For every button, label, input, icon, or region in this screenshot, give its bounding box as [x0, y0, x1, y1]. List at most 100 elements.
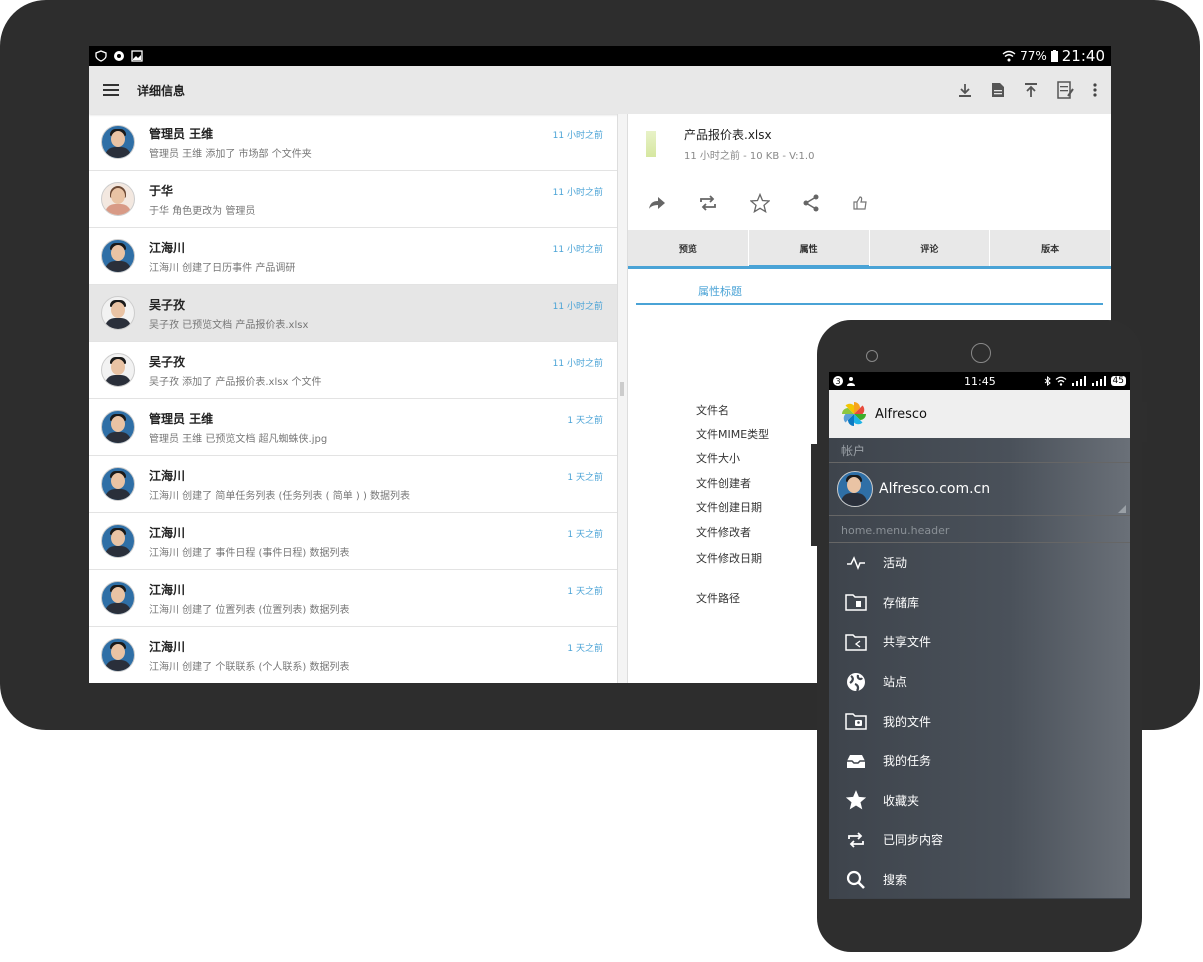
- activity-time: 11 小时之前: [552, 188, 603, 198]
- activity-item[interactable]: 江海川 江海川 创建了 个联联系 (个人联系) 数据列表 1 天之前: [89, 627, 617, 683]
- activity-time: 1 天之前: [567, 644, 603, 654]
- activity-user: 管理员 王维: [149, 126, 214, 141]
- tab-properties[interactable]: 属性: [748, 230, 870, 269]
- user-avatar: [101, 410, 135, 444]
- menu-icon[interactable]: [103, 84, 119, 96]
- activity-user: 吴子孜: [149, 354, 186, 369]
- drawer-item-label: 活动: [883, 556, 908, 571]
- phone-volume-button: [811, 444, 817, 546]
- wifi-icon: [1002, 50, 1016, 62]
- user-avatar: [101, 125, 135, 159]
- activity-time: 1 天之前: [567, 530, 603, 540]
- activity-item[interactable]: 江海川江海川 创建了 事件日程 (事件日程) 数据列表 1 天之前: [89, 513, 617, 570]
- signal-icon-2: [1091, 376, 1106, 386]
- drawer-item[interactable]: 收藏夹: [829, 781, 1130, 821]
- upload-icon[interactable]: [1023, 82, 1039, 98]
- more-options-icon[interactable]: [1093, 83, 1097, 97]
- tab-preview[interactable]: 预览: [628, 230, 749, 266]
- user-avatar: [101, 581, 135, 615]
- like-icon[interactable]: [852, 195, 868, 211]
- user-avatar: [101, 467, 135, 501]
- account-selector[interactable]: Alfresco.com.cn: [829, 463, 1130, 516]
- activity-item[interactable]: 江海川 江海川 创建了日历事件 产品调研 11 小时之前: [89, 228, 617, 285]
- document-actions: [628, 178, 1111, 228]
- activity-user: 江海川: [149, 240, 186, 255]
- drawer-menu: 活动存储库共享文件站点我的文件我的任务收藏夹已同步内容搜索: [829, 543, 1130, 899]
- activity-time: 11 小时之前: [552, 131, 603, 141]
- activity-time: 1 天之前: [567, 587, 603, 597]
- drawer-item[interactable]: 我的文件: [829, 701, 1130, 741]
- activity-user: 江海川: [149, 525, 186, 540]
- activity-item[interactable]: 江海川 江海川 创建了 简单任务列表 (任务列表 ( 简单 ) ) 数据列表 1 天…: [89, 456, 617, 513]
- phone-screen: 3 11:45 45 Alfresco 帐户 Alfresco.com.cn h…: [829, 372, 1130, 899]
- download-icon[interactable]: [957, 82, 973, 98]
- activity-description: 江海川 创建了日历事件 产品调研: [149, 262, 296, 274]
- activity-user: 于华: [149, 183, 174, 198]
- drawer-item[interactable]: 搜索: [829, 860, 1130, 899]
- favorite-star-icon[interactable]: [750, 193, 770, 213]
- drawer-item-label: 站点: [883, 675, 908, 690]
- property-key: 文件修改日期: [696, 552, 762, 565]
- battery-percent: 77%: [1020, 49, 1047, 63]
- activity-item[interactable]: 管理员 王维 管理员 王维 已预览文档 超凡蜘蛛侠.jpg 1 天之前: [89, 399, 617, 456]
- tab-versions[interactable]: 版本: [990, 230, 1111, 266]
- tablet-clock: 21:40: [1061, 47, 1105, 65]
- drawer-item-label: 已同步内容: [883, 833, 944, 848]
- activity-description: 于华 角色更改为 管理员: [149, 205, 256, 217]
- drawer-item-label: 搜索: [883, 873, 908, 888]
- activity-description: 江海川 创建了 事件日程 (事件日程) 数据列表: [149, 547, 350, 559]
- activity-item[interactable]: 江海川 江海川 创建了 位置列表 (位置列表) 数据列表 1 天之前: [89, 570, 617, 627]
- sync-icon[interactable]: [698, 194, 718, 212]
- document-meta: 11 小时之前 - 10 KB - V:1.0: [684, 151, 815, 162]
- drawer-item[interactable]: 站点: [829, 662, 1130, 702]
- tablet-toolbar: 详细信息: [89, 66, 1111, 114]
- tablet-status-bar: 77% 21:40: [89, 46, 1111, 66]
- drawer-item-label: 我的文件: [883, 714, 932, 729]
- drawer-item[interactable]: 我的任务: [829, 741, 1130, 781]
- phone-power-button: [1142, 402, 1147, 442]
- drawer-item[interactable]: 共享文件: [829, 622, 1130, 662]
- drawer-item-label: 收藏夹: [883, 793, 920, 808]
- notification-count: 3: [833, 376, 843, 386]
- user-avatar: [101, 638, 135, 672]
- activity-description: 江海川 创建了 简单任务列表 (任务列表 ( 简单 ) ) 数据列表: [149, 490, 411, 502]
- phone-sensor: [866, 350, 878, 362]
- property-key: 文件创建者: [696, 477, 751, 490]
- user-avatar: [101, 182, 135, 216]
- drawer-item[interactable]: 已同步内容: [829, 820, 1130, 860]
- drawer-item-label: 存储库: [883, 595, 920, 610]
- drawer-item[interactable]: 存储库: [829, 583, 1130, 623]
- app-name: Alfresco: [875, 406, 928, 422]
- activity-item[interactable]: 吴子孜 吴子孜 添加了 产品报价表.xlsx 个文件 11 小时之前: [89, 342, 617, 399]
- inbox-icon: [845, 750, 867, 772]
- pane-splitter[interactable]: [618, 114, 628, 683]
- activity-description: 吴子孜 已预览文档 产品报价表.xlsx: [149, 319, 309, 331]
- repository-icon: [845, 591, 867, 613]
- settings-icon: [114, 51, 124, 61]
- menu-header-label: home.menu.header: [829, 516, 1130, 543]
- alfresco-logo-icon[interactable]: [841, 401, 867, 427]
- xlsx-file-icon: [646, 131, 656, 157]
- bluetooth-icon: [1044, 376, 1051, 386]
- drawer-item[interactable]: 活动: [829, 543, 1130, 583]
- phone-clock: 11:45: [964, 374, 996, 388]
- wifi-icon: [1055, 376, 1066, 386]
- property-key: 文件MIME类型: [696, 428, 770, 441]
- share-icon[interactable]: [802, 194, 820, 212]
- edit-document-icon[interactable]: [1057, 81, 1075, 99]
- account-name: Alfresco.com.cn: [879, 481, 991, 497]
- share-forward-icon[interactable]: [648, 196, 666, 210]
- activity-user: 吴子孜: [149, 297, 186, 312]
- activity-item[interactable]: 管理员 王维 管理员 王维 添加了 市场部 个文件夹 11 小时之前: [89, 114, 617, 171]
- property-key: 文件名: [696, 404, 729, 417]
- activity-time: 11 小时之前: [552, 302, 603, 312]
- property-key: 文件路径: [696, 592, 740, 605]
- activity-item[interactable]: 吴子孜吴子孜 已预览文档 产品报价表.xlsx 11 小时之前: [89, 285, 617, 342]
- user-avatar: [101, 239, 135, 273]
- tab-comments[interactable]: 评论: [870, 230, 991, 266]
- navigation-drawer: 帐户 Alfresco.com.cn home.menu.header 活动 存储…: [829, 438, 1130, 898]
- activity-item[interactable]: 于华于华 角色更改为 管理员 11 小时之前: [89, 171, 617, 228]
- activity-list[interactable]: 管理员 王维 管理员 王维 添加了 市场部 个文件夹 11 小时之前于华于华 角色更…: [89, 114, 618, 683]
- user-avatar: [101, 353, 135, 387]
- document-icon[interactable]: [991, 82, 1005, 98]
